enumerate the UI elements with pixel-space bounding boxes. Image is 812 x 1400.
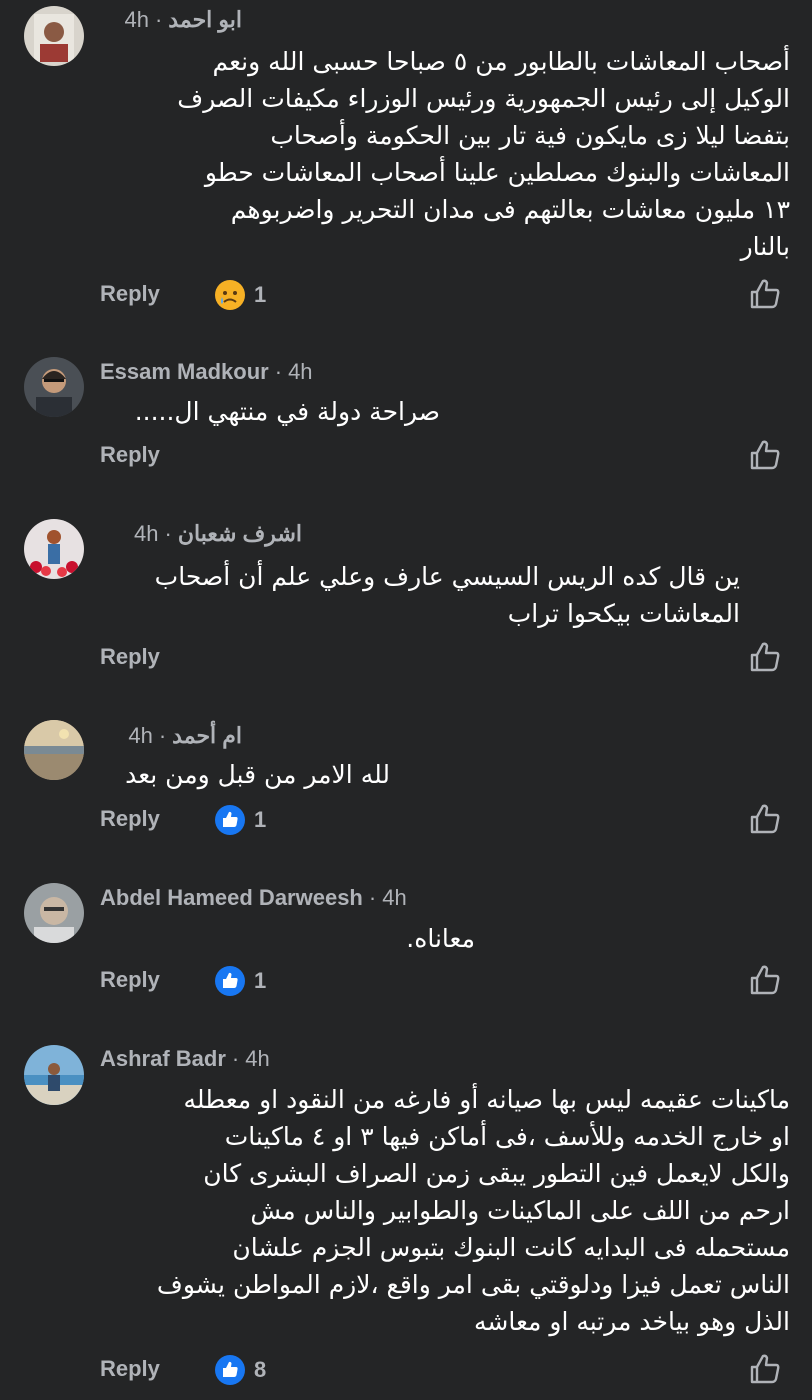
- comment-text: معاناه.: [406, 924, 475, 953]
- comment-actions: Reply 1: [100, 963, 812, 999]
- timestamp[interactable]: 4h: [288, 359, 312, 385]
- reply-button[interactable]: Reply: [100, 1356, 160, 1382]
- thumbs-up-outline-icon: [750, 804, 780, 834]
- avatar[interactable]: [24, 519, 84, 579]
- comment-text: أصحاب المعاشات بالطابور من ٥ صباحا حسبى …: [177, 47, 790, 261]
- reaction-summary[interactable]: 8: [214, 1352, 266, 1388]
- comment-actions: Reply 8: [100, 1352, 812, 1388]
- reply-button[interactable]: Reply: [100, 967, 160, 993]
- avatar[interactable]: [24, 883, 84, 943]
- comment-meta: ابو احمد · 4h: [124, 5, 242, 35]
- timestamp[interactable]: 4h: [382, 885, 406, 911]
- meta-separator: ·: [158, 723, 167, 748]
- reply-button[interactable]: Reply: [100, 644, 160, 670]
- like-button[interactable]: [748, 277, 782, 311]
- avatar[interactable]: [24, 1045, 84, 1105]
- reply-button[interactable]: Reply: [100, 806, 160, 832]
- author-name[interactable]: Essam Madkour: [100, 359, 269, 385]
- thumbs-up-outline-icon: [750, 1354, 780, 1384]
- meta-separator: ·: [154, 7, 163, 32]
- reaction-summary[interactable]: 1: [214, 963, 266, 999]
- thumbs-up-outline-icon: [750, 279, 780, 309]
- reaction-summary[interactable]: 1: [214, 277, 266, 313]
- like-reaction-icon: [215, 966, 245, 996]
- comment-meta: ام أحمد · 4h: [128, 721, 242, 751]
- reaction-count: 1: [254, 968, 267, 993]
- meta-separator: ·: [368, 885, 377, 910]
- like-button[interactable]: [748, 963, 782, 997]
- meta-separator: ·: [164, 521, 172, 546]
- thumbs-up-outline-icon: [750, 440, 780, 470]
- thumbs-up-outline-icon: [750, 642, 780, 672]
- avatar[interactable]: [24, 357, 84, 417]
- like-reaction-icon: [215, 1355, 245, 1385]
- reply-button[interactable]: Reply: [100, 281, 160, 307]
- timestamp[interactable]: 4h: [134, 521, 158, 547]
- comment-meta: اشرف شعبان · 4h: [134, 519, 302, 549]
- reaction-count: 1: [254, 807, 267, 832]
- sad-emoji-icon: [215, 280, 245, 310]
- reply-button[interactable]: Reply: [100, 442, 160, 468]
- timestamp[interactable]: 4h: [128, 723, 152, 749]
- thumbs-up-outline-icon: [750, 965, 780, 995]
- comment-meta: Essam Madkour · 4h: [100, 357, 313, 387]
- avatar[interactable]: [24, 6, 84, 66]
- reaction-count: 8: [254, 1357, 267, 1382]
- reaction-summary[interactable]: 1: [214, 802, 266, 838]
- like-reaction-icon: [215, 805, 245, 835]
- comment-text: لله الامر من قبل ومن بعد: [125, 760, 390, 789]
- avatar[interactable]: [24, 720, 84, 780]
- like-button[interactable]: [748, 1352, 782, 1386]
- author-name[interactable]: اشرف شعبان: [178, 521, 302, 547]
- comment-actions: Reply: [100, 640, 812, 676]
- comment-text: ماكينات عقيمه ليس بها صيانه أو فارغه من …: [156, 1085, 790, 1336]
- comment-text: ين قال كده الريس السيسي عارف وعلي علم أن…: [154, 562, 740, 628]
- comment-meta: Abdel Hameed Darweesh · 4h: [100, 883, 407, 913]
- author-name[interactable]: Abdel Hameed Darweesh: [100, 885, 363, 911]
- meta-separator: ·: [274, 359, 283, 384]
- comment-actions: Reply 1: [100, 802, 812, 838]
- timestamp[interactable]: 4h: [124, 7, 148, 33]
- timestamp[interactable]: 4h: [245, 1046, 269, 1072]
- author-name[interactable]: ام أحمد: [172, 723, 242, 749]
- like-button[interactable]: [748, 438, 782, 472]
- reaction-count: 1: [254, 282, 267, 307]
- comment-meta: Ashraf Badr · 4h: [100, 1044, 270, 1074]
- like-button[interactable]: [748, 802, 782, 836]
- meta-separator: ·: [231, 1046, 240, 1071]
- author-name[interactable]: Ashraf Badr: [100, 1046, 226, 1072]
- author-name[interactable]: ابو احمد: [168, 7, 242, 33]
- like-button[interactable]: [748, 640, 782, 674]
- comment-text: صراحة دولة في منتهي ال.....: [134, 397, 440, 426]
- comment-actions: Reply: [100, 438, 812, 474]
- comment-actions: Reply 1: [100, 277, 812, 313]
